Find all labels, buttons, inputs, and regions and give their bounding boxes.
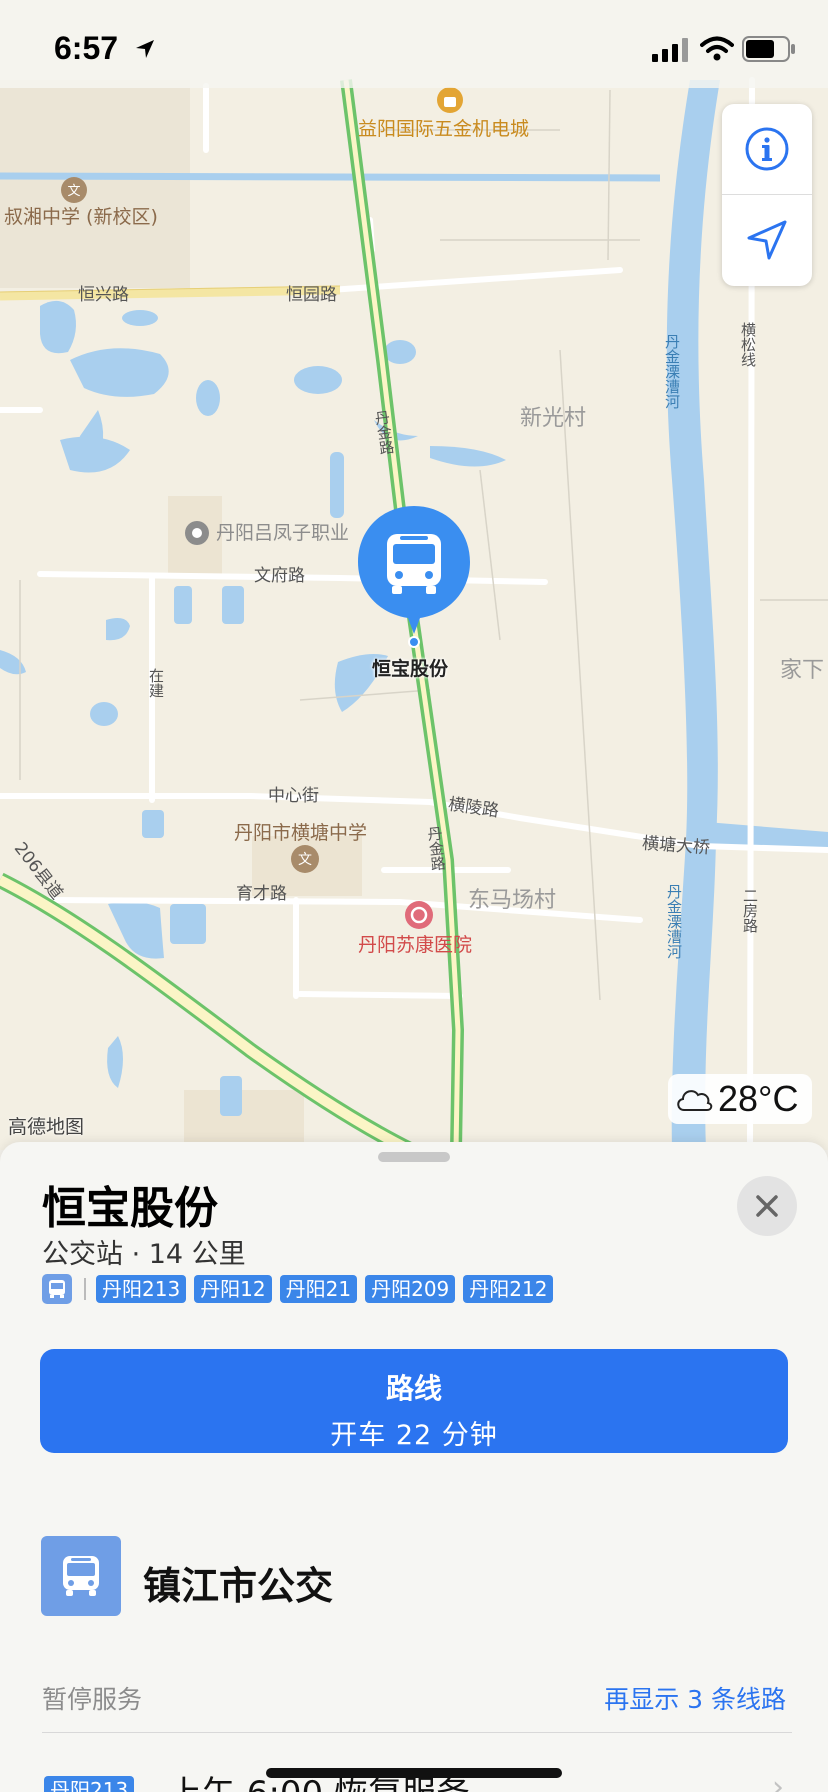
- school-icon: 文: [61, 177, 87, 203]
- home-indicator[interactable]: [266, 1768, 562, 1778]
- route-chips-row: 丹阳213 丹阳12 丹阳21 丹阳209 丹阳212: [42, 1274, 561, 1304]
- road-label: 恒兴路: [78, 285, 129, 305]
- poi-label[interactable]: 丹阳吕凤子职业: [216, 524, 349, 543]
- sheet-grabber[interactable]: [378, 1152, 450, 1162]
- transit-agency-icon: [41, 1536, 121, 1616]
- village-label: 东马场村: [468, 888, 557, 913]
- place-dot-icon: [185, 521, 209, 545]
- river-label: 丹金溧漕河: [663, 334, 681, 409]
- school-icon: 文: [291, 845, 319, 873]
- road-label: 横松线: [739, 322, 757, 367]
- map-attribution[interactable]: 高德地图: [8, 1112, 84, 1139]
- route-chip[interactable]: 丹阳209: [365, 1275, 456, 1303]
- weather-badge: 28°C: [668, 1074, 812, 1124]
- pin-label[interactable]: 恒宝股份: [372, 654, 448, 681]
- poi-label[interactable]: 益阳国际五金机电城: [358, 120, 529, 139]
- road-label: 横塘大桥: [641, 833, 711, 859]
- road-label: 文府路: [254, 566, 305, 586]
- section-label: 暂停服务: [42, 1685, 143, 1714]
- river-label: 丹金溧漕河: [665, 884, 683, 959]
- divider: [42, 1732, 792, 1733]
- route-chip[interactable]: 丹阳21: [279, 1275, 358, 1303]
- status-bar: 6:57: [0, 0, 828, 88]
- close-button[interactable]: [737, 1176, 797, 1236]
- show-more-lines-link[interactable]: 再显示 3 条线路: [604, 1680, 786, 1716]
- bus-icon: [387, 534, 441, 594]
- info-button[interactable]: [722, 104, 812, 194]
- directions-button[interactable]: 路线 开车 22 分钟: [40, 1349, 788, 1453]
- village-label: 家下: [780, 658, 825, 683]
- transit-agency-name: 镇江市公交: [143, 1564, 334, 1608]
- wifi-icon: [700, 36, 734, 61]
- route-chip[interactable]: 丹阳213: [96, 1275, 187, 1303]
- bus-stop-pin[interactable]: [354, 502, 474, 652]
- road-label: 中心街: [268, 786, 319, 806]
- road-label: 在建: [147, 668, 165, 698]
- poi-label[interactable]: 叔湘中学 (新校区): [4, 208, 158, 227]
- status-time: 6:57: [54, 30, 119, 66]
- map-controls: [722, 104, 812, 286]
- info-icon: [745, 127, 789, 171]
- road-label: 二房路: [741, 888, 759, 933]
- route-chip: 丹阳213: [44, 1776, 135, 1792]
- route-chip[interactable]: 丹阳12: [194, 1275, 272, 1303]
- routes-separator: [84, 1278, 86, 1300]
- location-arrow-icon: [747, 220, 787, 260]
- locate-me-button[interactable]: [722, 195, 812, 285]
- chevron-right-icon: ›: [772, 1770, 784, 1792]
- road-label: 丹金路: [424, 825, 448, 872]
- bus-icon: [42, 1274, 72, 1304]
- close-icon: [756, 1195, 778, 1217]
- place-subtitle: 公交站 · 14 公里: [42, 1239, 246, 1270]
- poi-label[interactable]: 丹阳市横塘中学: [234, 824, 367, 843]
- route-chip[interactable]: 丹阳212: [463, 1275, 554, 1303]
- svg-text:文: 文: [67, 184, 80, 199]
- shopping-bag-icon: [437, 87, 463, 113]
- place-title: 恒宝股份: [42, 1183, 218, 1234]
- svg-text:文: 文: [298, 852, 312, 868]
- weather-temperature: 28°C: [718, 1078, 799, 1119]
- road-label: 恒园路: [286, 285, 337, 305]
- directions-title: 路线: [385, 1372, 442, 1405]
- directions-eta: 开车 22 分钟: [330, 1420, 498, 1451]
- place-card: 恒宝股份 公交站 · 14 公里 丹阳213 丹阳12 丹阳21 丹阳209 丹…: [0, 1142, 828, 1792]
- cloud-icon: [677, 1090, 713, 1111]
- cellular-signal-icon: [652, 38, 688, 62]
- road-label: 育才路: [236, 884, 287, 904]
- map-view[interactable]: 文 文 益阳国际五金机电城 叔湘中学 (新校区) 恒兴路 恒园路 丹金路 新光村…: [0, 0, 828, 1150]
- hospital-icon: [405, 901, 433, 929]
- poi-label[interactable]: 丹阳苏康医院: [358, 936, 472, 955]
- location-arrow-icon: [136, 40, 154, 58]
- village-label: 新光村: [520, 406, 587, 431]
- bus-icon: [63, 1556, 99, 1596]
- battery-icon: [742, 36, 795, 62]
